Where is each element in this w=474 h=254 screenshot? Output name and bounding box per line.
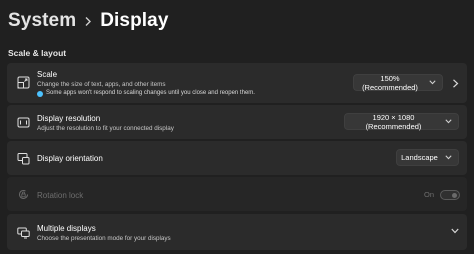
chevron-down-icon [445,119,452,124]
rotation-lock-toggle[interactable] [440,190,460,200]
info-icon [37,90,43,97]
orientation-icon [16,151,30,165]
orientation-dropdown-value: Landscape [401,153,438,162]
chevron-right-icon[interactable] [452,79,459,88]
rotation-lock-state-label: On [424,190,435,199]
rotation-lock-text: Rotation lock [37,190,83,201]
resolution-dropdown-value: 1920 × 1080 (Recommended) [365,112,422,131]
resolution-setting-card[interactable]: Display resolution Adjust the resolution… [7,105,467,139]
page-title: Display [100,10,169,31]
breadcrumb-system-link[interactable]: System [8,10,76,32]
toggle-knob [452,192,457,198]
orientation-dropdown[interactable]: Landscape [396,149,459,166]
scale-subtitle: Change the size of text, apps, and other… [37,81,166,88]
resolution-title: Display resolution [37,114,101,123]
scale-dropdown[interactable]: 150% (Recommended) [353,73,443,92]
display-settings-page: System Display Scale & layout Scale Chan… [0,0,474,254]
resolution-icon [16,115,30,129]
breadcrumb: System Display [8,9,169,33]
rotation-lock-icon [16,187,30,201]
multiple-displays-icon [16,225,30,239]
section-title: Scale & layout [8,48,67,58]
multiple-displays-title: Multiple displays [37,224,96,233]
chevron-down-icon [445,155,452,160]
multiple-displays-subtitle: Choose the presentation mode for your di… [37,235,171,242]
scale-dropdown-value: 150% (Recommended) [362,73,418,92]
scale-note-text: Some apps won't respond to scaling chang… [46,90,255,96]
multiple-displays-setting-card[interactable]: Multiple displays Choose the presentatio… [7,214,467,250]
resolution-subtitle: Adjust the resolution to fit your connec… [37,125,174,132]
scale-title: Scale [37,70,58,79]
chevron-down-icon[interactable] [451,228,459,234]
multiple-displays-text: Multiple displays Choose the presentatio… [37,223,171,243]
scale-setting-card[interactable]: Scale Change the size of text, apps, and… [7,63,467,103]
resolution-text: Display resolution Adjust the resolution… [37,113,174,133]
rotation-lock-title: Rotation lock [37,191,84,200]
resolution-dropdown[interactable]: 1920 × 1080 (Recommended) [344,112,459,131]
scale-icon [16,75,30,89]
orientation-title: Display orientation [37,154,103,163]
chevron-right-icon [76,16,100,27]
scale-text: Scale Change the size of text, apps, and… [37,69,255,98]
rotation-lock-setting-card: Rotation lock On [7,177,467,211]
orientation-text: Display orientation [37,153,103,164]
orientation-setting-card[interactable]: Display orientation Landscape [7,141,467,175]
scale-note: Some apps won't respond to scaling chang… [37,89,255,98]
chevron-down-icon [429,80,436,85]
